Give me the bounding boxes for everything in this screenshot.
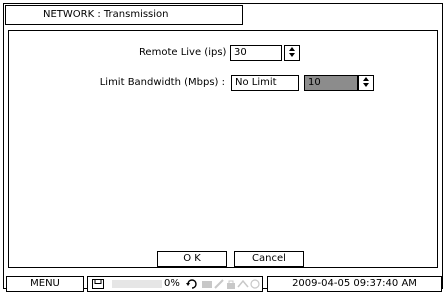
spinner-arrows-icon <box>289 47 295 57</box>
bandwidth-mode-select[interactable]: No Limit <box>231 75 299 91</box>
window-title-text: NETWORK : Transmission <box>43 9 169 20</box>
clock-icon <box>250 279 260 289</box>
limit-bandwidth-label: Limit Bandwidth (Mbps) : <box>99 77 225 88</box>
remote-live-row: Remote Live (ips) : 30 <box>9 45 437 61</box>
refresh-icon <box>186 279 197 289</box>
disk-progress-text: 0% <box>164 278 180 289</box>
menu-button[interactable]: MENU <box>6 276 84 292</box>
remote-live-label: Remote Live (ips) : <box>138 47 233 58</box>
status-bar: MENU 0% 2009-04-05 09:37:40 AM <box>3 276 443 292</box>
bandwidth-mode-value: No Limit <box>235 77 277 88</box>
remote-live-field[interactable]: 30 <box>230 45 282 61</box>
settings-panel: Remote Live (ips) : 30 Limit Bandwidth (… <box>8 30 438 268</box>
ok-button[interactable]: O K <box>157 251 227 267</box>
limit-bandwidth-row: Limit Bandwidth (Mbps) : No Limit 10 <box>9 75 437 91</box>
datetime-text: 2009-04-05 09:37:40 AM <box>292 278 417 289</box>
network-icon <box>237 279 249 288</box>
camera-icon <box>202 281 212 288</box>
datetime-display: 2009-04-05 09:37:40 AM <box>267 276 442 292</box>
bandwidth-spinner[interactable] <box>358 75 374 91</box>
spinner-arrows-icon <box>363 77 369 87</box>
menu-label: MENU <box>30 278 60 289</box>
disk-icon <box>92 279 104 289</box>
record-icon <box>214 279 224 289</box>
window-title: NETWORK : Transmission <box>5 5 243 25</box>
bandwidth-value-field[interactable]: 10 <box>304 75 358 91</box>
status-indicators: 0% <box>87 276 263 292</box>
ok-button-label: O K <box>183 253 201 264</box>
remote-live-value: 30 <box>234 47 247 58</box>
remote-live-spinner[interactable] <box>284 45 300 61</box>
bandwidth-value: 10 <box>308 77 321 88</box>
cancel-button[interactable]: Cancel <box>234 251 304 267</box>
cancel-button-label: Cancel <box>252 253 286 264</box>
disk-progress-bar <box>112 280 162 288</box>
lock-icon <box>227 280 235 289</box>
